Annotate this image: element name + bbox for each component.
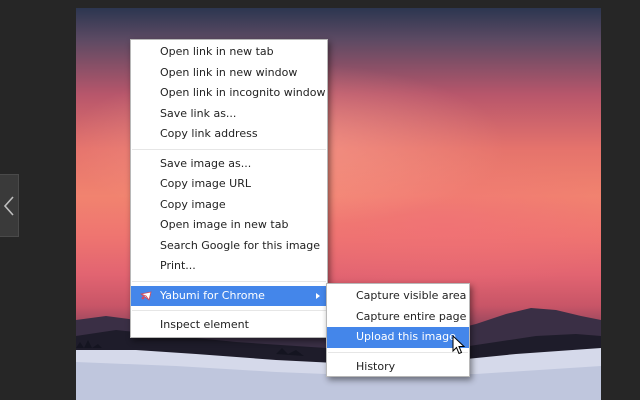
menu-item-label: Copy image URL [160,177,251,190]
menu-item-label: Inspect element [160,318,249,331]
menu-item-open-link-new-window[interactable]: Open link in new window [131,63,327,84]
menu-item-open-link-new-tab[interactable]: Open link in new tab [131,42,327,63]
submenu-item-upload-this-image[interactable]: Upload this image [327,327,469,348]
menu-item-label: Open image in new tab [160,218,289,231]
menu-item-open-image-new-tab[interactable]: Open image in new tab [131,215,327,236]
yabumi-submenu: Capture visible area Capture entire page… [326,283,470,377]
yabumi-icon [140,290,152,301]
submenu-item-history[interactable]: History [327,357,469,378]
menu-item-yabumi-for-chrome[interactable]: Yabumi for Chrome [131,285,327,306]
menu-item-label: Yabumi for Chrome [160,288,265,302]
menu-item-label: Save image as... [160,156,252,170]
menu-item-label: Open link in incognito window [160,86,326,99]
menu-item-inspect-element[interactable]: Inspect element [131,315,327,336]
menu-item-open-link-incognito[interactable]: Open link in incognito window [131,83,327,104]
menu-item-label: Upload this image [356,330,456,343]
menu-item-label: Open link in new tab [160,45,274,58]
menu-item-label: Copy image [160,197,226,211]
submenu-item-capture-visible-area[interactable]: Capture visible area [327,286,469,307]
previous-image-button[interactable] [0,174,19,237]
context-menu: Open link in new tab Open link in new wi… [130,39,328,338]
menu-item-copy-link-address[interactable]: Copy link address [131,124,327,145]
mouse-pointer-icon [452,335,466,355]
menu-item-label: History [356,359,396,373]
menu-item-label: Copy link address [160,127,258,140]
menu-separator [132,310,326,311]
menu-item-copy-image[interactable]: Copy image [131,195,327,216]
menu-item-label: Open link in new window [160,65,298,79]
viewer-stage: Open link in new tab Open link in new wi… [0,0,640,400]
menu-item-copy-image-url[interactable]: Copy image URL [131,174,327,195]
chevron-left-icon [3,196,14,216]
menu-item-label: Capture entire page [356,309,467,323]
menu-item-label: Capture visible area [356,289,467,302]
menu-item-save-link-as[interactable]: Save link as... [131,104,327,125]
menu-separator [328,351,468,353]
menu-item-label: Save link as... [160,106,237,120]
menu-item-label: Search Google for this image [160,238,321,252]
menu-item-save-image-as[interactable]: Save image as... [131,154,327,175]
submenu-arrow-icon [316,292,320,299]
menu-separator [132,148,326,150]
menu-separator [132,280,326,282]
submenu-item-capture-entire-page[interactable]: Capture entire page [327,307,469,328]
menu-item-search-google-image[interactable]: Search Google for this image [131,236,327,257]
menu-item-label: Print... [160,259,196,272]
menu-item-print[interactable]: Print... [131,256,327,277]
